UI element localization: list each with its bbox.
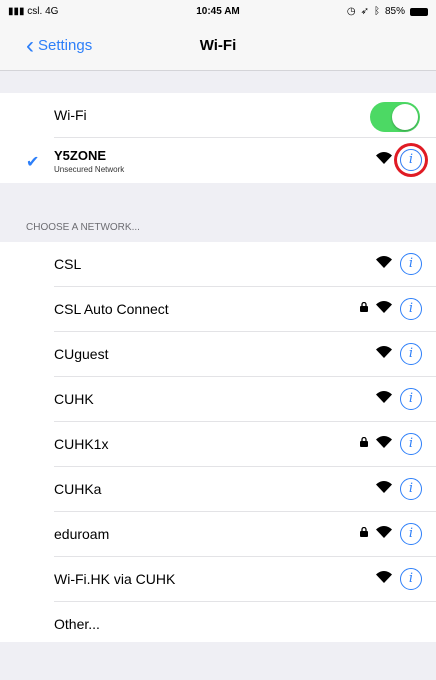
top-bar: ▮▮▮ csl. 4G 10:45 AM ◷ ➶ ᛒ 85% ‹ Setting… <box>0 0 436 70</box>
checkmark-icon: ✔ <box>26 154 40 171</box>
info-icon[interactable]: i <box>400 388 422 410</box>
connected-network-name: Y5ZONE <box>54 148 107 163</box>
network-row[interactable]: CSL i <box>0 242 436 287</box>
wifi-icon <box>376 301 392 313</box>
info-icon[interactable]: i <box>400 568 422 590</box>
info-icon[interactable]: i <box>400 298 422 320</box>
network-row[interactable]: eduroam i <box>0 512 436 557</box>
wifi-toggle-label: Wi-Fi <box>54 107 87 123</box>
network-name: Wi-Fi.HK via CUHK <box>54 571 176 587</box>
section-header: CHOOSE A NETWORK... <box>26 222 140 233</box>
connected-network-subtitle: Unsecured Network <box>54 165 125 174</box>
page-title: Wi-Fi <box>199 37 237 54</box>
info-icon[interactable]: i <box>400 343 422 365</box>
wifi-toggle[interactable] <box>370 102 420 132</box>
network-name: CUHKa <box>54 481 102 497</box>
wifi-icon <box>376 481 392 493</box>
status-bar: ▮▮▮ csl. 4G 10:45 AM ◷ ➶ ᛒ 85% <box>0 0 436 24</box>
toggle-knob <box>392 104 418 130</box>
network-row[interactable]: CUHKa i <box>0 467 436 512</box>
wifi-icon <box>376 436 392 448</box>
bluetooth-icon: ᛒ <box>373 6 380 17</box>
nav-bar: ‹ Settings Wi-Fi <box>0 24 436 70</box>
network-row[interactable]: Wi-Fi.HK via CUHK i <box>0 557 436 602</box>
network-name: CUguest <box>54 346 109 362</box>
network-row[interactable]: CSL Auto Connect i <box>0 287 436 332</box>
wifi-icon <box>376 256 392 268</box>
network-row[interactable]: CUHK1x i <box>0 422 436 467</box>
wifi-icon <box>376 526 392 538</box>
wifi-toggle-row: Wi-Fi <box>0 93 436 138</box>
lock-icon <box>360 527 368 537</box>
network-name: CUHK <box>54 391 94 407</box>
location-icon: ➶ <box>360 6 369 17</box>
connected-network-row[interactable]: ✔ Y5ZONE Unsecured Network i <box>0 138 436 183</box>
network-row[interactable]: CUHK i <box>0 377 436 422</box>
network-name: CUHK1x <box>54 436 109 452</box>
wifi-icon <box>376 346 392 358</box>
network-list: CSL i CSL Auto Connect i CUguest i CUHK i CUHK1x… <box>0 242 436 642</box>
battery-icon <box>410 7 428 16</box>
battery-percent: 85% <box>384 6 405 17</box>
network-name: CSL Auto Connect <box>54 301 169 317</box>
network-name: eduroam <box>54 526 110 542</box>
wifi-icon <box>376 152 392 164</box>
other-label: Other... <box>54 616 100 632</box>
alarm-icon: ◷ <box>346 6 356 17</box>
info-icon[interactable]: i <box>400 433 422 455</box>
nav-divider <box>0 70 436 71</box>
wifi-icon <box>376 571 392 583</box>
wifi-group: Wi-Fi ✔ Y5ZONE Unsecured Network i <box>0 93 436 183</box>
info-icon[interactable]: i <box>400 478 422 500</box>
lock-icon <box>360 302 368 312</box>
wifi-icon <box>376 391 392 403</box>
lock-icon <box>360 437 368 447</box>
info-icon[interactable]: i <box>400 523 422 545</box>
info-icon[interactable]: i <box>400 253 422 275</box>
other-network-row[interactable]: Other... <box>0 602 436 647</box>
status-right: ◷ ➶ ᛒ 85% <box>347 6 428 17</box>
network-row[interactable]: CUguest i <box>0 332 436 377</box>
info-icon[interactable]: i <box>400 149 422 171</box>
network-name: CSL <box>54 256 82 272</box>
